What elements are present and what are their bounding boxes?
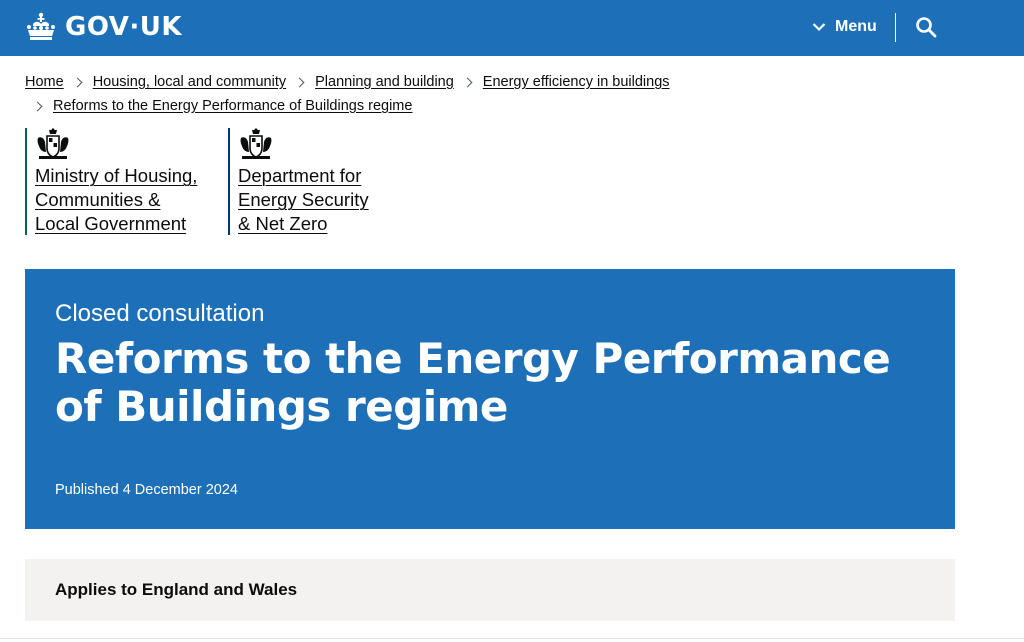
search-icon	[916, 17, 937, 38]
crown-icon	[27, 12, 55, 40]
org-logo-desnz: Department for Energy Security & Net Zer…	[228, 128, 418, 235]
chevron-right-icon	[32, 101, 43, 111]
chevron-right-icon	[462, 77, 473, 87]
breadcrumb: Home Housing, local and community Planni…	[25, 70, 925, 118]
org-link-desnz[interactable]: Department for Energy Security & Net Zer…	[238, 164, 418, 236]
org-name-line: Department for	[238, 165, 362, 186]
chevron-right-icon	[72, 77, 83, 87]
org-name-line: Energy Security	[238, 189, 369, 210]
site-header: GOV·UK Menu	[0, 0, 1024, 56]
breadcrumb-energy-efficiency[interactable]: Energy efficiency in buildings	[483, 72, 670, 92]
page-title: Reforms to the Energy Performance of Bui…	[55, 334, 891, 431]
search-button[interactable]	[914, 15, 938, 39]
menu-label: Menu	[835, 18, 877, 35]
royal-coat-of-arms-icon	[37, 128, 69, 159]
org-name-line: Ministry of Housing,	[35, 165, 198, 186]
applies-to-text: Applies to England and Wales	[55, 580, 298, 599]
breadcrumb-row: Home Housing, local and community Planni…	[25, 70, 925, 94]
chevron-right-icon	[294, 77, 305, 87]
org-name-line: Communities &	[35, 189, 161, 210]
chevron-down-icon	[812, 23, 826, 32]
published-date: Published 4 December 2024	[55, 482, 238, 498]
org-name-line: & Net Zero	[238, 213, 328, 234]
breadcrumb-current[interactable]: Reforms to the Energy Performance of Bui…	[53, 96, 412, 116]
breadcrumb-planning[interactable]: Planning and building	[315, 72, 454, 92]
breadcrumb-home[interactable]: Home	[25, 72, 64, 92]
breadcrumb-row: Reforms to the Energy Performance of Bui…	[25, 94, 925, 118]
menu-button[interactable]: Menu	[812, 14, 877, 40]
applies-to-panel: Applies to England and Wales	[25, 559, 955, 621]
govuk-logo-link[interactable]: GOV·UK	[25, 9, 182, 45]
org-name-line: Local Government	[35, 213, 187, 234]
page-hero: Closed consultation Reforms to the Energ…	[25, 269, 955, 529]
royal-coat-of-arms-icon	[240, 128, 272, 159]
header-divider	[895, 13, 896, 42]
org-link-mhclg[interactable]: Ministry of Housing, Communities & Local…	[35, 164, 215, 236]
document-type: Closed consultation	[55, 300, 265, 327]
divider	[0, 638, 1024, 639]
breadcrumb-housing[interactable]: Housing, local and community	[93, 72, 286, 92]
org-logo-mhclg: Ministry of Housing, Communities & Local…	[25, 128, 215, 235]
logo-text: GOV·UK	[65, 12, 183, 42]
